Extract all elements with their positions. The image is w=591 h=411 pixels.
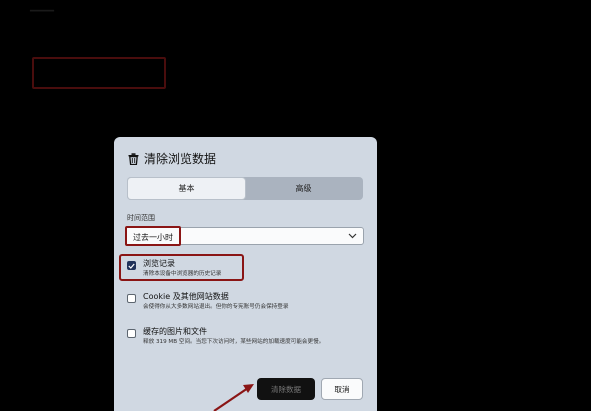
annotation-arrow-icon: [213, 384, 254, 411]
